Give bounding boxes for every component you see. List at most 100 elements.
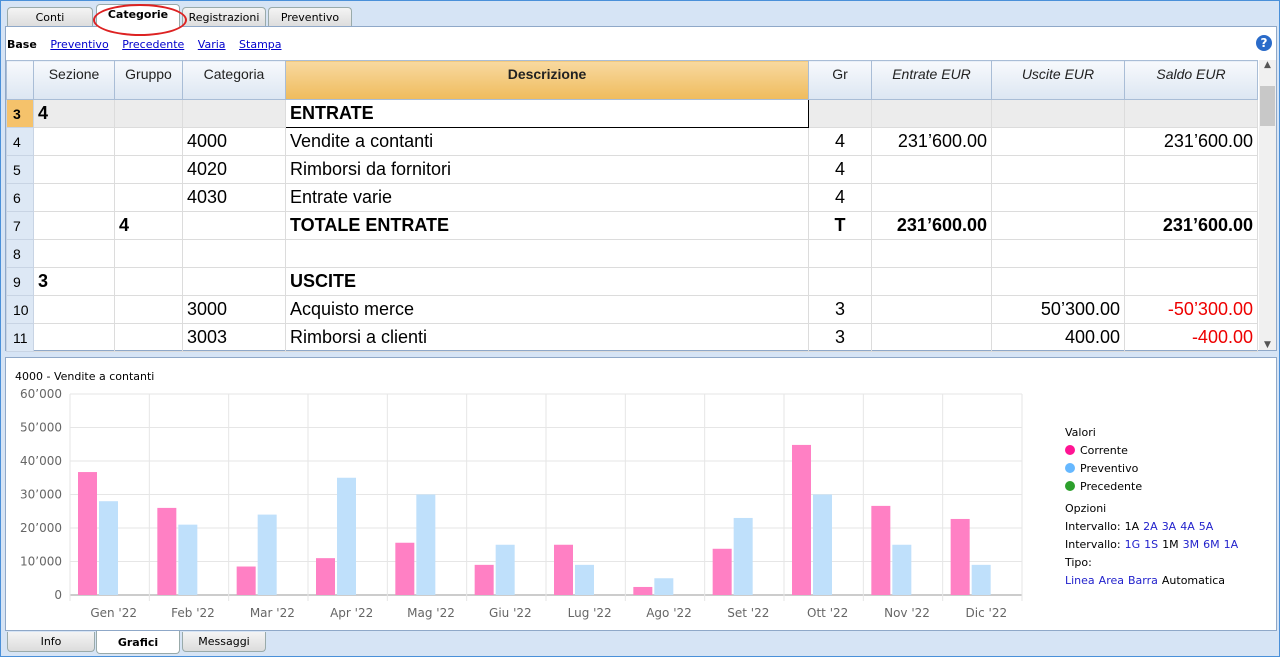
type-automatica[interactable]: Automatica — [1162, 574, 1225, 587]
table-cell[interactable] — [1124, 239, 1258, 268]
column-header[interactable] — [6, 60, 34, 100]
table-cell[interactable] — [285, 239, 809, 268]
subview-preventivo[interactable]: Preventivo — [50, 38, 108, 51]
interval-1m[interactable]: 1M — [1162, 538, 1179, 551]
table-cell[interactable] — [871, 99, 992, 128]
table-cell[interactable] — [33, 127, 115, 156]
table-cell[interactable]: 3 — [808, 295, 872, 324]
table-cell[interactable]: 3 — [33, 267, 115, 296]
legend-item-preventivo[interactable]: Preventivo — [1065, 460, 1276, 478]
table-cell[interactable]: ENTRATE — [285, 99, 809, 128]
table-cell[interactable]: 4 — [33, 99, 115, 128]
help-icon[interactable]: ? — [1256, 35, 1272, 51]
table-cell[interactable] — [33, 239, 115, 268]
interval-1g[interactable]: 1G — [1125, 538, 1141, 551]
table-cell[interactable]: 4030 — [182, 183, 286, 212]
table-cell[interactable] — [182, 211, 286, 240]
interval-3m[interactable]: 3M — [1183, 538, 1200, 551]
table-row[interactable]: 5 4020 Rimborsi da fornitori 4 — [6, 155, 1258, 184]
column-header[interactable]: Gr — [808, 60, 872, 100]
table-cell[interactable]: 50’300.00 — [991, 295, 1125, 324]
table-cell[interactable]: 4 — [808, 155, 872, 184]
legend-item-corrente[interactable]: Corrente — [1065, 442, 1276, 460]
interval-1s[interactable]: 1S — [1144, 538, 1158, 551]
table-cell[interactable] — [1124, 99, 1258, 128]
interval-1a[interactable]: 1A — [1125, 520, 1140, 533]
column-header[interactable]: Gruppo — [114, 60, 183, 100]
row-number[interactable]: 3 — [6, 99, 34, 128]
table-cell[interactable] — [871, 267, 992, 296]
table-row[interactable]: 10 3000 Acquisto merce 3 50’300.00 -50’300.00 — [6, 295, 1258, 324]
tab-messaggi[interactable]: Messaggi — [182, 632, 266, 652]
tab-registrazioni[interactable]: Registrazioni — [182, 7, 266, 27]
interval-4a[interactable]: 4A — [1180, 520, 1195, 533]
table-cell[interactable] — [991, 211, 1125, 240]
table-cell[interactable]: Vendite a contanti — [285, 127, 809, 156]
table-cell[interactable] — [114, 239, 183, 268]
table-cell[interactable]: 4 — [808, 183, 872, 212]
table-cell[interactable]: TOTALE ENTRATE — [285, 211, 809, 240]
tab-grafici[interactable]: Grafici — [96, 631, 180, 654]
table-cell[interactable] — [991, 267, 1125, 296]
subview-precedente[interactable]: Precedente — [122, 38, 184, 51]
vertical-scrollbar[interactable]: ▲ ▼ — [1259, 60, 1276, 350]
interval-5a[interactable]: 5A — [1199, 520, 1214, 533]
type-linea[interactable]: Linea — [1065, 574, 1095, 587]
table-cell[interactable] — [114, 267, 183, 296]
table-cell[interactable]: Rimborsi da fornitori — [285, 155, 809, 184]
subview-varia[interactable]: Varia — [198, 38, 226, 51]
table-cell[interactable]: 4020 — [182, 155, 286, 184]
table-cell[interactable]: 4000 — [182, 127, 286, 156]
table-cell[interactable] — [871, 155, 992, 184]
table-cell[interactable] — [808, 99, 872, 128]
table-cell[interactable] — [33, 155, 115, 184]
table-cell[interactable] — [182, 239, 286, 268]
table-cell[interactable] — [114, 155, 183, 184]
table-cell[interactable] — [808, 267, 872, 296]
row-number[interactable]: 9 — [6, 267, 34, 296]
table-cell[interactable]: Acquisto merce — [285, 295, 809, 324]
table-cell[interactable] — [33, 183, 115, 212]
table-cell[interactable]: 3 — [808, 323, 872, 352]
tab-preventivo[interactable]: Preventivo — [268, 7, 352, 27]
table-cell[interactable] — [991, 183, 1125, 212]
table-row[interactable]: 4 4000 Vendite a contanti 4 231’600.00 231’60… — [6, 127, 1258, 156]
table-row[interactable]: 3 4 ENTRATE — [6, 99, 1258, 128]
table-cell[interactable] — [33, 295, 115, 324]
table-cell[interactable] — [33, 211, 115, 240]
row-number[interactable]: 7 — [6, 211, 34, 240]
table-cell[interactable] — [114, 323, 183, 352]
column-header[interactable]: Categoria — [182, 60, 286, 100]
table-row[interactable]: 7 4 TOTALE ENTRATE T 231’600.00 231’600.00 — [6, 211, 1258, 240]
table-row[interactable]: 8 — [6, 239, 1258, 268]
table-cell[interactable]: 3000 — [182, 295, 286, 324]
table-cell[interactable] — [991, 239, 1125, 268]
table-cell[interactable] — [182, 267, 286, 296]
tab-info[interactable]: Info — [7, 632, 95, 652]
row-number[interactable]: 11 — [6, 323, 34, 352]
table-row[interactable]: 11 3003 Rimborsi a clienti 3 400.00 -400.00 — [6, 323, 1258, 352]
table-cell[interactable] — [33, 323, 115, 352]
type-barra[interactable]: Barra — [1128, 574, 1158, 587]
interval-3a[interactable]: 3A — [1162, 520, 1177, 533]
table-cell[interactable]: 400.00 — [991, 323, 1125, 352]
table-cell[interactable] — [871, 183, 992, 212]
row-number[interactable]: 5 — [6, 155, 34, 184]
table-cell[interactable] — [808, 239, 872, 268]
table-cell[interactable] — [871, 323, 992, 352]
table-cell[interactable]: 231’600.00 — [1124, 127, 1258, 156]
table-cell[interactable] — [871, 239, 992, 268]
table-cell[interactable]: USCITE — [285, 267, 809, 296]
table-cell[interactable]: 3003 — [182, 323, 286, 352]
legend-item-precedente[interactable]: Precedente — [1065, 478, 1276, 496]
table-cell[interactable] — [871, 295, 992, 324]
table-cell[interactable] — [114, 183, 183, 212]
table-cell[interactable] — [182, 99, 286, 128]
column-header[interactable]: Descrizione — [285, 60, 809, 100]
table-cell[interactable] — [991, 127, 1125, 156]
type-area[interactable]: Area — [1099, 574, 1124, 587]
table-cell[interactable] — [114, 295, 183, 324]
row-number[interactable]: 6 — [6, 183, 34, 212]
column-header[interactable]: Saldo EUR — [1124, 60, 1258, 100]
table-cell[interactable] — [1124, 183, 1258, 212]
